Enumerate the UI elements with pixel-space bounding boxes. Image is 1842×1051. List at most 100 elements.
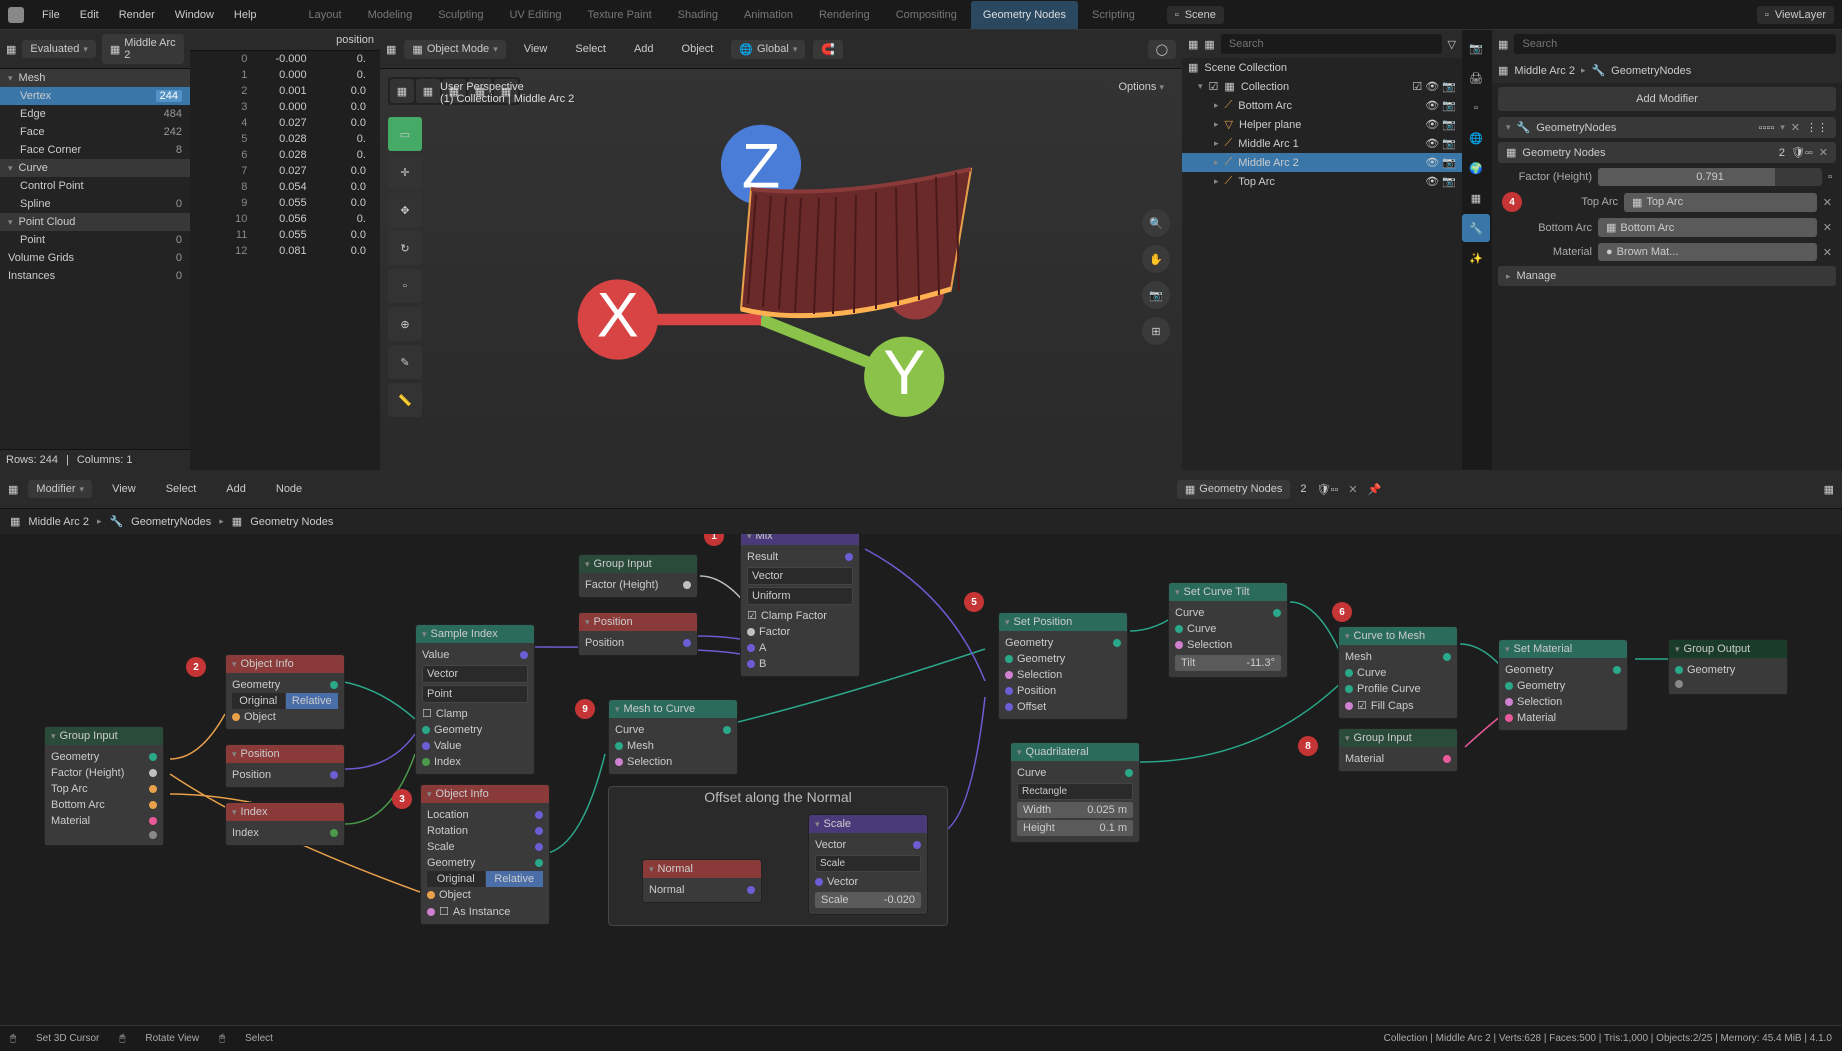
node-set-curve-tilt[interactable]: ▾Set Curve Tilt Curve Curve Selection Ti… xyxy=(1168,582,1288,678)
editor-type-icon[interactable]: ▦ xyxy=(6,43,16,56)
node-scale[interactable]: ▾Scale Vector Scale Vector Scale-0.020 xyxy=(808,814,928,915)
scene-name[interactable]: Scene xyxy=(1185,9,1216,21)
clear-icon[interactable]: ✕ xyxy=(1823,196,1832,209)
factor-field[interactable]: 0.791 xyxy=(1598,168,1822,186)
editor-type-icon[interactable]: ▦ xyxy=(386,43,396,56)
bottom-arc-field[interactable]: ▦ Bottom Arc xyxy=(1598,218,1817,237)
users-count[interactable]: 2 xyxy=(1300,483,1306,495)
menu-window[interactable]: Window xyxy=(165,0,224,30)
tree-face[interactable]: Face242 xyxy=(0,123,190,141)
table-row[interactable]: 50.0280. xyxy=(190,131,380,147)
node-curve-to-mesh[interactable]: ▾Curve to Mesh Mesh Curve Profile Curve … xyxy=(1338,626,1458,719)
tab-layout[interactable]: Layout xyxy=(297,1,354,29)
tree-edge[interactable]: Edge484 xyxy=(0,105,190,123)
scene-collection[interactable]: ▦Scene Collection xyxy=(1182,58,1462,77)
select-extend-button[interactable]: ▦ xyxy=(416,79,440,103)
filter-icon[interactable]: ▽ xyxy=(1448,38,1456,51)
sample-domain-dropdown[interactable]: Point xyxy=(422,685,528,703)
tree-instances[interactable]: Instances0 xyxy=(0,267,190,285)
editor-type-icon[interactable]: ▦ xyxy=(1188,38,1198,51)
vp-menu-select[interactable]: Select xyxy=(565,34,616,64)
top-arc-field[interactable]: ▦ Top Arc xyxy=(1624,193,1817,212)
table-row[interactable]: 70.0270.0 xyxy=(190,163,380,179)
node-position-2[interactable]: ▾Position Position xyxy=(578,612,698,656)
outliner-item-middle-arc-2[interactable]: ▸⟋Middle Arc 2👁 📷 xyxy=(1182,153,1462,172)
quad-mode-dropdown[interactable]: Rectangle xyxy=(1017,783,1133,800)
outliner-item-top-arc[interactable]: ▸⟋Top Arc👁 📷 xyxy=(1182,172,1462,191)
tree-volume-grids[interactable]: Volume Grids0 xyxy=(0,249,190,267)
tab-rendering[interactable]: Rendering xyxy=(807,1,882,29)
editor-type-icon[interactable]: ▦ xyxy=(8,483,18,496)
tab-compositing[interactable]: Compositing xyxy=(884,1,969,29)
vp-menu-view[interactable]: View xyxy=(514,34,558,64)
material-field[interactable]: ● Brown Mat... xyxy=(1598,243,1817,261)
ne-menu-add[interactable]: Add xyxy=(216,474,256,504)
menu-file[interactable]: File xyxy=(32,0,70,30)
node-index[interactable]: ▾Index Index xyxy=(225,802,345,846)
outliner-item-helper-plane[interactable]: ▸▽Helper plane👁 📷 xyxy=(1182,115,1462,134)
pan-icon[interactable]: ✋ xyxy=(1142,245,1170,273)
quad-width-field[interactable]: Width0.025 m xyxy=(1017,802,1133,818)
add-modifier-button[interactable]: Add Modifier xyxy=(1498,87,1836,111)
node-group-input[interactable]: ▾Group Input Geometry Factor (Height) To… xyxy=(44,726,164,846)
node-group-field[interactable]: ▦ Geometry Nodes xyxy=(1177,480,1291,499)
tab-animation[interactable]: Animation xyxy=(732,1,805,29)
viewport-3d[interactable]: ▦ ▦ Object Mode ▾ View Select Add Object… xyxy=(380,30,1182,470)
tab-texture-paint[interactable]: Texture Paint xyxy=(575,1,663,29)
node-editor[interactable]: ▦ Modifier ▾ View Select Add Node ▦ Geom… xyxy=(0,470,1842,1025)
tab-shading[interactable]: Shading xyxy=(666,1,730,29)
attribute-toggle-icon[interactable]: ▫ xyxy=(1828,171,1832,183)
options-dropdown[interactable]: Options ▾ xyxy=(1108,77,1174,97)
node-sample-index[interactable]: ▾Sample Index Value Vector Point ☐Clamp … xyxy=(415,624,535,775)
tree-face-corner[interactable]: Face Corner8 xyxy=(0,141,190,159)
tab-geometry-nodes[interactable]: Geometry Nodes xyxy=(971,1,1078,29)
mode-dropdown[interactable]: ▦ Object Mode ▾ xyxy=(404,40,505,59)
perspective-icon[interactable]: ⊞ xyxy=(1142,317,1170,345)
node-group-input-2[interactable]: ▾Group Input Factor (Height) xyxy=(578,554,698,598)
table-row[interactable]: 40.0270.0 xyxy=(190,115,380,131)
prop-tab-render[interactable]: 📷 xyxy=(1462,34,1490,62)
table-row[interactable]: 100.0560. xyxy=(190,211,380,227)
clear-icon[interactable]: ✕ xyxy=(1823,221,1832,234)
tab-sculpting[interactable]: Sculpting xyxy=(426,1,495,29)
vp-menu-object[interactable]: Object xyxy=(672,34,724,64)
outliner-search-input[interactable] xyxy=(1221,34,1442,54)
node-normal[interactable]: ▾Normal Normal xyxy=(642,859,762,903)
node-position-1[interactable]: ▾Position Position xyxy=(225,744,345,788)
prop-tab-modifier[interactable]: 🔧 xyxy=(1462,214,1490,242)
menu-render[interactable]: Render xyxy=(109,0,165,30)
editor-type-icon[interactable]: ▦ xyxy=(1498,38,1508,51)
scale-op-dropdown[interactable]: Scale xyxy=(815,855,921,872)
tree-curve[interactable]: ▾ Curve xyxy=(0,159,190,177)
column-header[interactable]: position xyxy=(336,34,374,46)
node-mix[interactable]: ▾Mix Result Vector Uniform ☑Clamp Factor… xyxy=(740,534,860,677)
tree-mesh[interactable]: ▾ Mesh xyxy=(0,69,190,87)
node-object-info-1[interactable]: ▾Object Info Geometry OriginalRelative O… xyxy=(225,654,345,730)
quad-height-field[interactable]: Height0.1 m xyxy=(1017,820,1133,836)
table-row[interactable]: 0-0.0000. xyxy=(190,51,380,67)
ne-menu-node[interactable]: Node xyxy=(266,474,312,504)
unlink-icon[interactable]: ✕ xyxy=(1819,146,1828,159)
tab-uv-editing[interactable]: UV Editing xyxy=(497,1,573,29)
tree-control-point[interactable]: Control Point xyxy=(0,177,190,195)
node-group-field[interactable]: ▦Geometry Nodes 2 🛡▫▫✕ xyxy=(1498,142,1836,163)
ne-mode-dropdown[interactable]: Modifier ▾ xyxy=(28,480,92,498)
properties-search-input[interactable] xyxy=(1514,34,1836,54)
prop-tab-world[interactable]: 🌍 xyxy=(1462,154,1490,182)
tab-modeling[interactable]: Modeling xyxy=(356,1,425,29)
table-row[interactable]: 60.0280. xyxy=(190,147,380,163)
mix-type-dropdown[interactable]: Vector xyxy=(747,567,853,585)
shading-wireframe[interactable]: ◯ xyxy=(1148,40,1176,59)
snap-toggle[interactable]: 🧲 xyxy=(813,40,843,59)
table-row[interactable]: 20.0010.0 xyxy=(190,83,380,99)
table-row[interactable]: 110.0550.0 xyxy=(190,227,380,243)
clear-icon[interactable]: ✕ xyxy=(1823,246,1832,259)
collection-item[interactable]: ▾☑▦Collection☑ 👁 📷 xyxy=(1182,77,1462,96)
spreadsheet-object[interactable]: ▦ Middle Arc 2 xyxy=(102,34,184,64)
unlink-icon[interactable]: ✕ xyxy=(1348,483,1357,496)
zoom-icon[interactable]: 🔍 xyxy=(1142,209,1170,237)
prop-tab-output[interactable]: 🖨 xyxy=(1462,64,1490,92)
table-row[interactable]: 30.0000.0 xyxy=(190,99,380,115)
sample-type-dropdown[interactable]: Vector xyxy=(422,665,528,683)
tree-point-cloud[interactable]: ▾ Point Cloud xyxy=(0,213,190,231)
